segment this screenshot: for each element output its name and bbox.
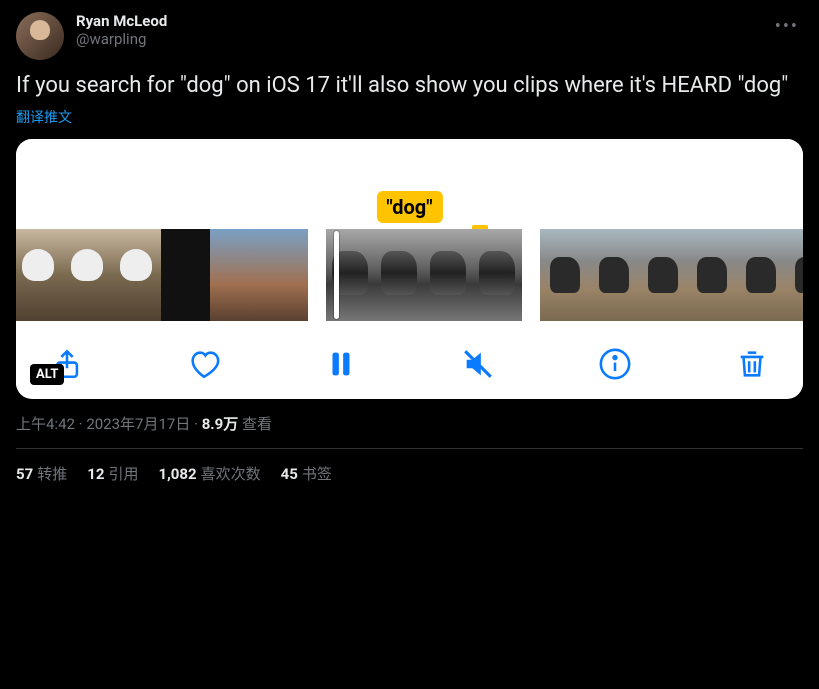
tweet-date[interactable]: 2023年7月17日 — [86, 415, 190, 433]
quotes-stat[interactable]: 12引用 — [87, 463, 138, 484]
clip-group — [540, 229, 803, 321]
clip-group-active — [326, 229, 522, 321]
trash-icon[interactable] — [735, 347, 769, 381]
clip-thumbnail — [736, 229, 785, 321]
more-button[interactable]: ••• — [771, 12, 803, 41]
stats-row: 57转推 12引用 1,082 喜欢次数 45书签 — [16, 449, 803, 498]
tweet-meta: 上午4:42 · 2023年7月17日 · 8.9万 查看 — [16, 413, 803, 448]
tweet-container: Ryan McLeod @warpling ••• If you search … — [0, 0, 819, 510]
clip-thumbnail — [16, 229, 63, 321]
pause-icon[interactable] — [324, 347, 358, 381]
bookmarks-stat[interactable]: 45书签 — [281, 463, 332, 484]
ios-screenshot: "dog" — [16, 139, 803, 399]
retweets-label: 转推 — [37, 465, 67, 483]
avatar[interactable] — [16, 12, 64, 60]
likes-count: 1,082 — [158, 465, 196, 483]
clip-group — [16, 229, 308, 321]
clip-thumbnail — [259, 229, 308, 321]
clip-thumbnail — [424, 229, 473, 321]
clip-thumbnail — [687, 229, 736, 321]
clip-thumbnail — [589, 229, 638, 321]
info-icon[interactable] — [598, 347, 632, 381]
playhead[interactable] — [334, 231, 339, 319]
ios-toolbar — [16, 329, 803, 389]
clip-thumbnail — [473, 229, 522, 321]
clip-thumbnail — [210, 229, 259, 321]
tweet-time[interactable]: 上午4:42 — [16, 415, 75, 433]
caption-tag: "dog" — [376, 191, 442, 223]
translate-link[interactable]: 翻译推文 — [16, 107, 72, 127]
alt-badge[interactable]: ALT — [30, 364, 64, 385]
clip-thumbnail — [63, 229, 112, 321]
clip-thumbnail — [638, 229, 687, 321]
retweets-count: 57 — [16, 465, 33, 483]
tweet-header: Ryan McLeod @warpling ••• — [16, 12, 803, 60]
clip-thumbnail — [540, 229, 589, 321]
views-count: 8.9万 — [202, 415, 239, 433]
clip-thumbnail — [161, 229, 210, 321]
quotes-label: 引用 — [108, 465, 138, 483]
clip-thumbnail — [112, 229, 161, 321]
views-label: 查看 — [242, 415, 272, 433]
clip-thumbnail — [375, 229, 424, 321]
display-name: Ryan McLeod — [76, 12, 759, 30]
heart-icon[interactable] — [187, 347, 221, 381]
media-card[interactable]: "dog" — [16, 139, 803, 399]
tweet-text: If you search for "dog" on iOS 17 it'll … — [16, 72, 803, 101]
mute-icon[interactable] — [461, 347, 495, 381]
quotes-count: 12 — [87, 465, 104, 483]
user-info[interactable]: Ryan McLeod @warpling — [76, 12, 759, 48]
video-timeline — [16, 229, 803, 329]
clip-thumbnail — [785, 229, 803, 321]
handle: @warpling — [76, 30, 759, 48]
retweets-stat[interactable]: 57转推 — [16, 463, 67, 484]
ios-preview-area: "dog" — [16, 139, 803, 229]
bookmarks-count: 45 — [281, 465, 298, 483]
likes-stat[interactable]: 1,082 喜欢次数 — [158, 463, 260, 484]
likes-label: 喜欢次数 — [201, 465, 261, 483]
bookmarks-label: 书签 — [302, 465, 332, 483]
